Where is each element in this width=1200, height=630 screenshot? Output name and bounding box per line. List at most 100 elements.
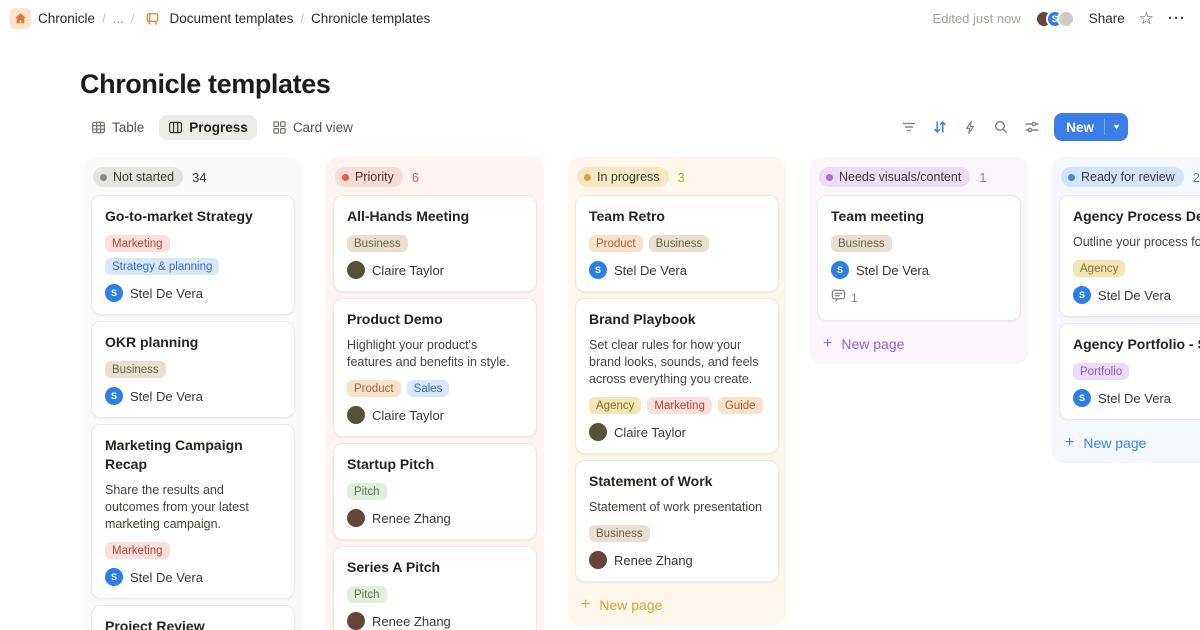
kanban-card[interactable]: Team meetingBusinessSStel De Vera1 (817, 195, 1021, 321)
tab-progress-label: Progress (189, 120, 248, 135)
column-header[interactable]: In progress 3 (575, 164, 779, 195)
card-description: Highlight your product's features and be… (347, 337, 523, 371)
chevron-down-icon[interactable]: ▾ (1105, 122, 1128, 133)
search-icon[interactable] (993, 119, 1009, 135)
card-description: Share the results and outcomes from your… (105, 482, 281, 533)
card-assignee: SStel De Vera (105, 284, 281, 302)
column-status-pill[interactable]: Not started (93, 167, 183, 187)
breadcrumb-item-current: Chronicle templates (311, 11, 430, 26)
card-tags: Business (105, 361, 281, 378)
status-dot-icon (100, 174, 107, 181)
card-assignee: Renee Zhang (347, 612, 523, 630)
tab-table[interactable]: Table (82, 115, 153, 140)
card-title: Marketing Campaign Recap (105, 436, 281, 474)
column-count: 3 (678, 170, 685, 185)
column-status-pill[interactable]: In progress (577, 167, 669, 187)
assignee-avatar (589, 423, 607, 441)
assignee-name: Stel De Vera (130, 570, 203, 585)
card-assignee: Renee Zhang (347, 509, 523, 527)
card-assignee: Claire Taylor (347, 261, 523, 279)
kanban-card[interactable]: Statement of WorkStatement of work prese… (575, 460, 779, 582)
card-description: Set clear rules for how your brand looks… (589, 337, 765, 388)
assignee-avatar: S (831, 261, 849, 279)
tag-badge: Agency (589, 397, 641, 414)
kanban-card[interactable]: All-Hands MeetingBusinessClaire Taylor (333, 195, 537, 292)
kanban-card[interactable]: Project ReviewBusinessProductSStel De Ve… (91, 605, 295, 630)
card-tags: Pitch (347, 586, 523, 603)
new-page-label: New page (599, 597, 662, 613)
status-dot-icon (584, 174, 591, 181)
new-page-button[interactable]: +New page (1059, 426, 1200, 453)
board-tool-icons (901, 119, 1040, 135)
assignee-avatar: S (1073, 286, 1091, 304)
favorite-star-icon[interactable]: ☆ (1139, 10, 1154, 27)
filter-icon[interactable] (901, 119, 917, 135)
card-assignee: Renee Zhang (589, 551, 765, 569)
breadcrumb-separator: / (102, 11, 106, 26)
card-comments: 1 (831, 288, 1007, 308)
view-row: Table Progress Card view (82, 113, 1200, 141)
tag-badge: Marketing (105, 542, 170, 559)
breadcrumb-app[interactable]: Chronicle (38, 11, 95, 26)
assignee-avatar: S (589, 261, 607, 279)
new-page-button[interactable]: +New page (575, 588, 779, 615)
column-count: 6 (412, 170, 419, 185)
tab-card-view-label: Card view (293, 120, 353, 135)
breadcrumb-item-document-templates[interactable]: Document templates (170, 11, 294, 26)
kanban-card[interactable]: Brand PlaybookSet clear rules for how yo… (575, 298, 779, 454)
status-dot-icon (1068, 174, 1075, 181)
home-icon[interactable] (10, 8, 31, 29)
kanban-board: Not started34Go-to-market StrategyMarket… (0, 141, 1200, 630)
kanban-card[interactable]: OKR planningBusinessSStel De Vera (91, 321, 295, 418)
column-status-pill[interactable]: Ready for review (1061, 167, 1184, 187)
kanban-card[interactable]: Agency Portfolio - StudioPortfolioSStel … (1059, 323, 1200, 420)
column-status-pill[interactable]: Priority (335, 167, 403, 187)
tab-progress[interactable]: Progress (159, 115, 257, 140)
card-title: Project Review (105, 617, 281, 630)
tab-card-view[interactable]: Card view (263, 115, 362, 140)
card-tags: Marketing (105, 542, 281, 559)
column-header[interactable]: Ready for review2 (1059, 164, 1200, 195)
assignee-avatar (347, 612, 365, 630)
card-title: Team Retro (589, 207, 765, 226)
kanban-card[interactable]: Startup PitchPitchRenee Zhang (333, 443, 537, 540)
kanban-card[interactable]: Series A Pitch Pitch Renee Zhang (333, 546, 537, 630)
card-tags: Business (589, 525, 765, 542)
column-title: Ready for review (1081, 170, 1175, 184)
tag-badge: Business (589, 525, 650, 542)
column-status-pill[interactable]: Needs visuals/content (819, 167, 970, 187)
tag-badge: Business (347, 235, 408, 252)
card-assignee: SStel De Vera (105, 568, 281, 586)
plus-icon: + (1065, 435, 1074, 451)
kanban-card[interactable]: Team RetroProductBusinessSStel De Vera (575, 195, 779, 292)
tag-badge: Guide (718, 397, 763, 414)
card-title: Series A Pitch (347, 558, 523, 577)
new-button[interactable]: New ▾ (1054, 113, 1128, 141)
column-header[interactable]: Not started34 (91, 164, 295, 195)
page-head: Chronicle templates Table Progress Card … (0, 37, 1200, 141)
kanban-column: Ready for review2Agency Process DeckOutl… (1052, 157, 1200, 463)
sort-icon[interactable] (932, 119, 948, 135)
new-page-button[interactable]: +New page (817, 327, 1021, 354)
collaborator-avatars[interactable]: S (1035, 10, 1075, 28)
kanban-card[interactable]: Agency Process DeckOutline your process … (1059, 195, 1200, 317)
kanban-card[interactable]: Marketing Campaign Recap Share the result… (91, 424, 295, 599)
share-button[interactable]: Share (1089, 11, 1125, 26)
tag-badge: Agency (1073, 260, 1125, 277)
column-header[interactable]: Needs visuals/content1 (817, 164, 1021, 195)
kanban-card[interactable]: Product DemoHighlight your product's fea… (333, 298, 537, 437)
kanban-column: Needs visuals/content1Team meetingBusine… (810, 157, 1028, 364)
tag-badge: Business (105, 361, 166, 378)
kanban-column: Priority6All-Hands MeetingBusinessClaire… (326, 157, 544, 630)
breadcrumb-collapsed[interactable]: ... (113, 11, 124, 26)
page-title: Chronicle templates (80, 69, 1200, 100)
kanban-card[interactable]: Go-to-market StrategyMarketingStrategy &… (91, 195, 295, 315)
view-settings-icon[interactable] (1024, 119, 1040, 135)
card-title: OKR planning (105, 333, 281, 352)
column-header[interactable]: Priority 6 (333, 164, 537, 195)
tag-badge: Pitch (347, 586, 387, 603)
status-dot-icon (342, 174, 349, 181)
automation-bolt-icon[interactable] (963, 120, 978, 135)
more-options-icon[interactable]: ··· (1168, 11, 1186, 26)
card-assignee: Claire Taylor (347, 406, 523, 424)
